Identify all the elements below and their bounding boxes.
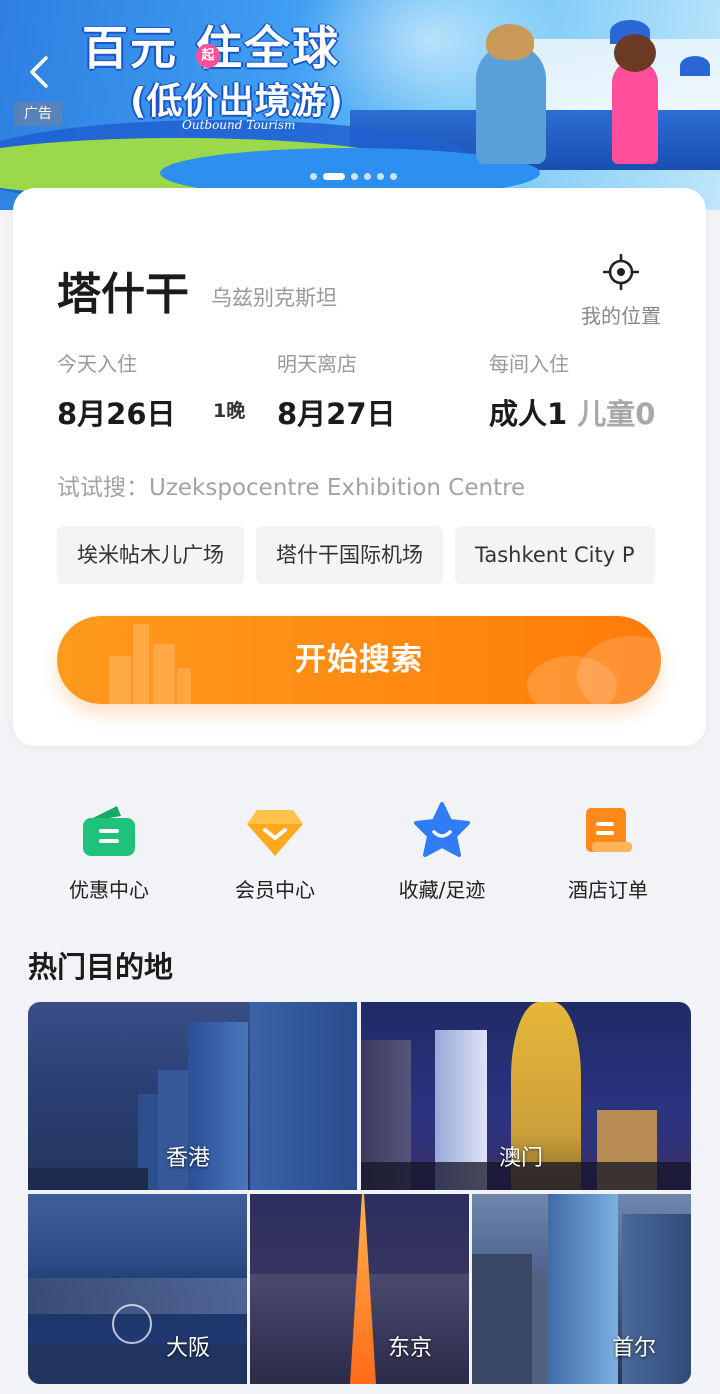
start-search-button[interactable]: 开始搜索 <box>57 616 661 704</box>
keyword-chip[interactable]: Tashkent City P <box>455 526 655 584</box>
my-location-label: 我的位置 <box>581 304 661 328</box>
destination-tile-osaka[interactable]: 大阪 <box>28 1194 247 1384</box>
start-search-label: 开始搜索 <box>295 642 423 678</box>
promo-banner[interactable]: 百元 住全球 起 (低价出境游) Outbound Tourism 广告 <box>0 0 720 210</box>
carousel-dot <box>310 172 317 180</box>
building-silhouette <box>548 1194 618 1384</box>
quick-entry-hotel-orders[interactable]: 酒店订单 <box>538 800 678 903</box>
carousel-indicator <box>310 172 397 180</box>
destination-country[interactable]: 乌兹别克斯坦 <box>211 282 337 312</box>
diamond-icon <box>245 800 305 860</box>
checkin-date-picker[interactable]: 今天入住 8月26日 <box>57 348 176 433</box>
back-button[interactable] <box>24 52 56 92</box>
quick-entry-label: 酒店订单 <box>568 878 648 902</box>
hotel-search-card: 塔什干 乌兹别克斯坦 我的位置 今天入住 8月26日 1晚 明天离店 8月27日… <box>13 188 706 746</box>
quick-entry-coupon-center[interactable]: 优惠中心 <box>39 800 179 903</box>
adult-count: 成人1 <box>489 397 568 431</box>
guest-values: 成人1 儿童0 <box>489 391 655 433</box>
keyword-chip[interactable]: 埃米帖木儿广场 <box>57 526 244 584</box>
banner-woman-figure <box>612 60 658 164</box>
destination-tile-tokyo[interactable]: 东京 <box>250 1194 469 1384</box>
guest-caption: 每间入住 <box>489 352 569 376</box>
building-silhouette <box>472 1254 532 1384</box>
building-silhouette <box>250 1002 357 1190</box>
crosshair-icon <box>603 254 639 290</box>
star-icon <box>412 800 472 860</box>
building-silhouette <box>28 1168 148 1190</box>
banner-woman-head <box>614 34 656 72</box>
water <box>28 1344 247 1384</box>
destination-tile-hongkong[interactable]: 香港 <box>28 1002 357 1190</box>
checkin-date: 8月26日 <box>57 397 176 431</box>
destination-label: 澳门 <box>499 1146 544 1171</box>
banner-dome <box>680 56 710 76</box>
banner-hat <box>486 24 534 60</box>
checkout-caption: 明天离店 <box>277 352 357 376</box>
my-location-button[interactable]: 我的位置 <box>575 254 667 334</box>
hot-destinations-title: 热门目的地 <box>28 950 174 984</box>
guest-picker[interactable]: 每间入住 成人1 儿童0 <box>489 348 655 433</box>
ferris-wheel <box>112 1304 152 1344</box>
banner-title-badge: 起 <box>196 44 220 68</box>
quick-entry-row: 优惠中心 会员中心 收藏/足迹 酒店订单 <box>0 800 720 910</box>
carousel-dot <box>377 172 384 180</box>
quick-entry-label: 收藏/足迹 <box>398 878 486 902</box>
destination-tile-macau[interactable]: 澳门 <box>361 1002 691 1190</box>
quick-entry-favorites[interactable]: 收藏/足迹 <box>372 800 512 903</box>
keyword-chip[interactable]: 塔什干国际机场 <box>256 526 443 584</box>
carousel-dot <box>364 172 371 180</box>
destination-label: 首尔 <box>612 1336 657 1361</box>
order-icon <box>578 800 638 860</box>
destination-label: 香港 <box>166 1146 211 1171</box>
child-count: 儿童0 <box>577 397 656 431</box>
banner-subtitle: (低价出境游) <box>130 81 343 122</box>
destination-label: 大阪 <box>166 1336 211 1361</box>
destination-label: 东京 <box>388 1336 433 1361</box>
ad-badge: 广告 <box>14 102 62 126</box>
quick-entry-label: 会员中心 <box>235 878 315 902</box>
coupon-icon <box>79 800 139 860</box>
banner-subtitle-en: Outbound Tourism <box>182 118 296 132</box>
quick-entry-member-center[interactable]: 会员中心 <box>205 800 345 903</box>
checkout-date: 8月27日 <box>277 397 396 431</box>
checkout-date-picker[interactable]: 明天离店 8月27日 <box>277 348 396 433</box>
carousel-dot <box>390 172 397 180</box>
nights-count: 1晚 <box>213 400 246 422</box>
keyword-suggestion[interactable]: 试试搜：Uzekspocentre Exhibition Centre <box>57 468 525 502</box>
carousel-dot <box>351 172 358 180</box>
chevron-left-icon <box>30 56 48 88</box>
quick-entry-label: 优惠中心 <box>69 878 149 902</box>
destination-city[interactable]: 塔什干 <box>57 258 189 322</box>
checkin-caption: 今天入住 <box>57 352 137 376</box>
hot-keyword-chips: 埃米帖木儿广场 塔什干国际机场 Tashkent City P <box>57 526 662 586</box>
carousel-dot-active <box>323 172 345 180</box>
banner-man-figure <box>476 44 546 164</box>
destination-tile-seoul[interactable]: 首尔 <box>472 1194 691 1384</box>
